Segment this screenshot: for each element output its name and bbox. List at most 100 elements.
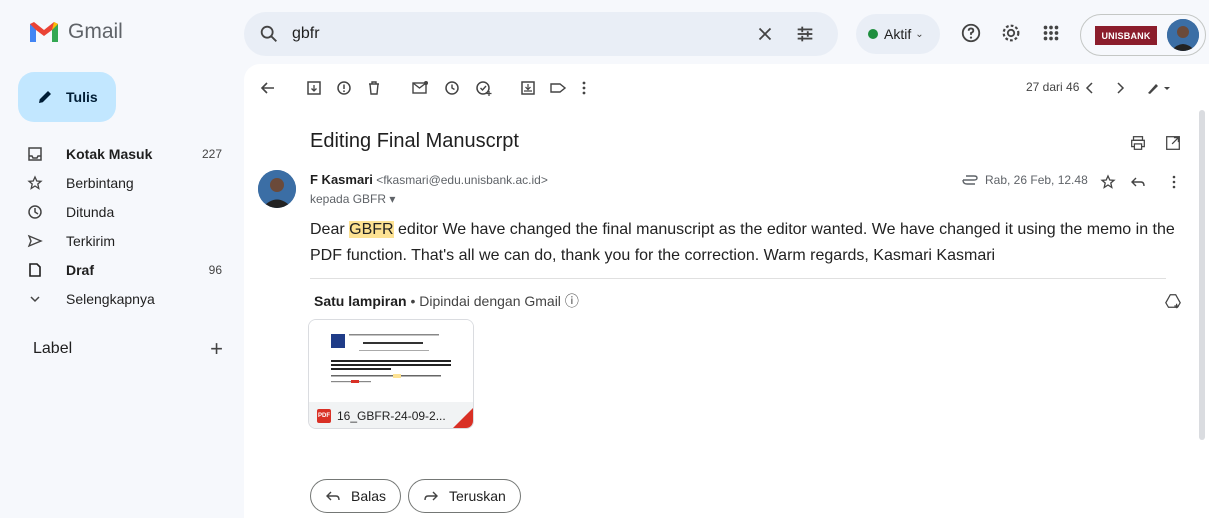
pencil-icon — [39, 91, 51, 103]
email-date-text: Rab, 26 Feb, 12.48 — [985, 173, 1088, 187]
pdf-file-icon: PDF — [317, 409, 331, 423]
chevron-down-icon — [30, 296, 40, 303]
email-date: Rab, 26 Feb, 12.48 — [961, 173, 1088, 187]
search-input[interactable] — [292, 22, 692, 46]
chevron-down-icon: ▾ — [389, 192, 396, 206]
sender-name[interactable]: F Kasmari — [310, 172, 373, 187]
account-switcher[interactable]: UNISBANK — [1080, 14, 1206, 56]
back-arrow-icon[interactable] — [258, 78, 278, 98]
chevron-right-icon[interactable] — [1110, 78, 1130, 98]
email-subject: Editing Final Manuscrpt — [310, 130, 519, 152]
sidebar-item-more[interactable]: Selengkapnya — [0, 285, 236, 313]
message-toolbar: 27 dari 46 — [244, 64, 1209, 112]
mark-unread-icon[interactable] — [410, 78, 430, 98]
sender-photo-icon — [258, 170, 296, 208]
search-bar[interactable] — [244, 12, 838, 56]
compose-button[interactable]: Tulis — [18, 72, 116, 122]
reply-icon[interactable] — [1130, 174, 1146, 190]
labels-section: Label + — [33, 336, 223, 362]
label-tag-icon[interactable] — [548, 78, 568, 98]
attachment-card[interactable]: PDF 16_GBFR-24-09-2... — [308, 319, 474, 429]
close-icon[interactable] — [754, 23, 776, 45]
send-icon — [27, 234, 43, 248]
labels-heading: Label — [33, 340, 73, 357]
inbox-icon — [28, 147, 42, 161]
gmail-logo[interactable]: Gmail — [28, 20, 123, 44]
forward-label: Teruskan — [449, 488, 506, 504]
chevron-down-icon: ⌄ — [915, 28, 924, 40]
sidebar-item-label: Selengkapnya — [66, 291, 155, 307]
recipient-label: kepada GBFR — [310, 192, 387, 206]
help-icon[interactable] — [960, 22, 982, 44]
attachment-preview — [309, 320, 473, 402]
sidebar-item-inbox[interactable]: Kotak Masuk 227 — [0, 140, 236, 168]
sidebar-item-sent[interactable]: Terkirim — [0, 227, 236, 255]
pdf-badge-text: PDF — [318, 413, 330, 419]
status-label: Aktif — [884, 26, 912, 42]
gmail-m-icon — [30, 22, 58, 42]
reply-button[interactable]: Balas — [310, 479, 402, 513]
status-dot — [868, 29, 878, 39]
unread-count: 227 — [201, 147, 222, 161]
pagination-label: 27 dari 46 — [1026, 80, 1080, 94]
archive-icon[interactable] — [304, 78, 324, 98]
sidebar-item-label: Kotak Masuk — [66, 146, 153, 162]
report-spam-icon[interactable] — [334, 78, 354, 98]
top-bar: Gmail Aktif ⌄ UNISBANK — [0, 0, 1209, 64]
forward-icon — [424, 491, 438, 501]
gmail-wordmark: Gmail — [68, 20, 123, 43]
snooze-clock-icon[interactable] — [442, 78, 462, 98]
message-view: 27 dari 46 Editing Final Manuscrpt F Kas… — [244, 64, 1209, 518]
avatar[interactable] — [1167, 19, 1199, 51]
gear-icon[interactable] — [1000, 22, 1022, 44]
sidebar-item-snoozed[interactable]: Ditunda — [0, 198, 236, 226]
attachment-footer: PDF 16_GBFR-24-09-2... — [309, 402, 473, 428]
draft-icon — [29, 263, 41, 277]
org-badge: UNISBANK — [1095, 26, 1157, 45]
sidebar-item-label: Terkirim — [66, 233, 115, 249]
more-vert-icon[interactable] — [574, 78, 594, 98]
move-to-icon[interactable] — [518, 78, 538, 98]
open-new-window-icon[interactable] — [1164, 134, 1182, 152]
apps-grid-icon[interactable] — [1040, 22, 1062, 44]
sender-avatar[interactable] — [258, 170, 296, 208]
compose-label: Tulis — [66, 89, 98, 105]
search-highlight: GBFR — [349, 221, 394, 238]
status-selector[interactable]: Aktif ⌄ — [856, 14, 940, 54]
more-vert-icon[interactable] — [1166, 174, 1182, 190]
scan-note: Dipindai dengan Gmail — [419, 293, 561, 309]
attachment-header: Satu lampiran • Dipindai dengan Gmail ⓘ — [314, 293, 579, 309]
attachment-count: Satu lampiran — [314, 293, 407, 309]
sender-email: <fkasmari@edu.unisbank.ac.id> — [376, 173, 548, 187]
search-options-icon[interactable] — [794, 23, 816, 45]
clock-icon — [28, 205, 42, 219]
sidebar-item-drafts[interactable]: Draf 96 — [0, 256, 236, 284]
document-thumbnail-icon — [327, 328, 457, 402]
print-icon[interactable] — [1129, 134, 1147, 152]
divider — [310, 278, 1166, 279]
star-icon[interactable] — [1100, 174, 1116, 190]
info-icon[interactable]: ⓘ — [565, 293, 579, 309]
org-badge-label: UNISBANK — [1101, 30, 1151, 41]
trash-icon[interactable] — [364, 78, 384, 98]
reply-label: Balas — [351, 488, 387, 504]
search-icon[interactable] — [258, 23, 280, 45]
input-tools-icon[interactable] — [1144, 78, 1174, 98]
attachment-clip-icon — [962, 175, 978, 185]
add-label-button[interactable]: + — [210, 336, 223, 362]
file-corner-fold — [453, 408, 473, 428]
chevron-left-icon[interactable] — [1080, 78, 1100, 98]
recipient-line[interactable]: kepada GBFR ▾ — [310, 192, 395, 206]
draft-count: 96 — [208, 263, 222, 277]
reply-icon — [326, 491, 340, 501]
scrollbar[interactable] — [1199, 110, 1205, 440]
forward-button[interactable]: Teruskan — [408, 479, 521, 513]
sidebar-item-label: Ditunda — [66, 204, 115, 220]
attachment-filename: 16_GBFR-24-09-2... — [337, 409, 446, 423]
sidebar-item-label: Berbintang — [66, 175, 134, 191]
add-task-icon[interactable] — [474, 78, 494, 98]
sender-line: F Kasmari <fkasmari@edu.unisbank.ac.id> — [310, 172, 548, 187]
sidebar-item-starred[interactable]: Berbintang — [0, 169, 236, 197]
sidebar-nav: Kotak Masuk 227 Berbintang Ditunda Terki… — [0, 140, 236, 314]
add-to-drive-icon[interactable] — [1164, 292, 1182, 310]
